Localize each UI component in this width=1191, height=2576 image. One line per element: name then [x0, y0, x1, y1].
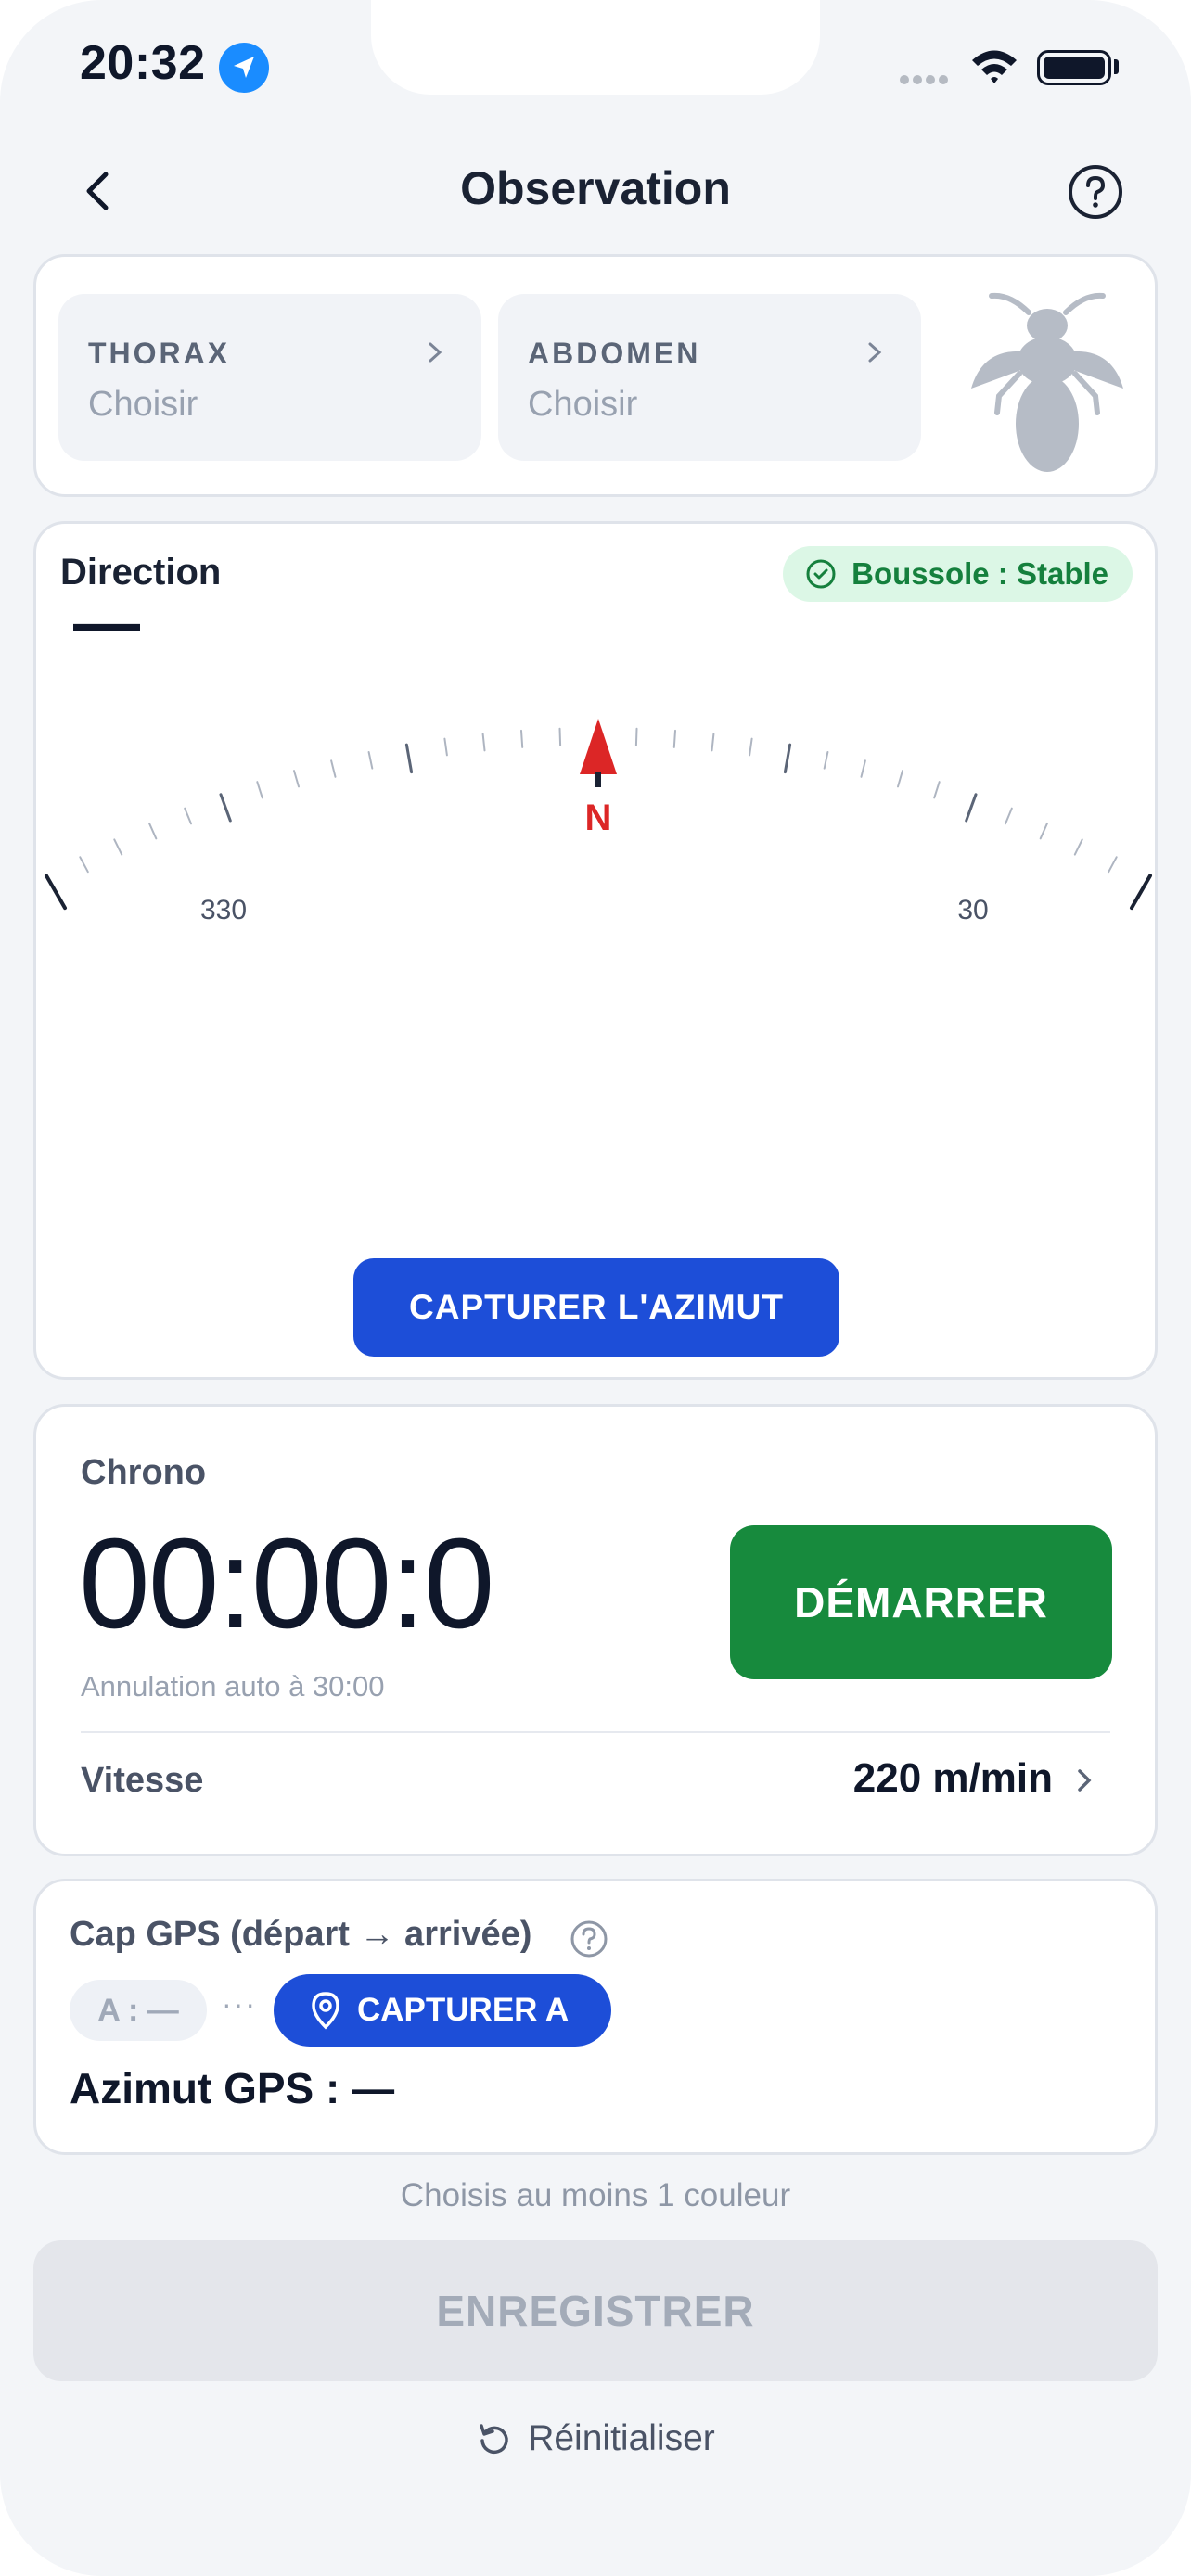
start-button[interactable]: DÉMARRER: [730, 1525, 1112, 1679]
gps-azimuth: Azimut GPS : —: [70, 2064, 395, 2112]
compass-tick: [1005, 807, 1013, 825]
chevron-right-icon[interactable]: [1071, 1765, 1097, 1796]
compass-tick: [711, 733, 715, 752]
north-label: N: [585, 797, 612, 838]
compass-tick: [933, 781, 941, 799]
help-button[interactable]: [1067, 163, 1124, 221]
compass-tick: [672, 729, 676, 748]
thorax-value: Choisir: [88, 385, 198, 424]
compass-tick: [1073, 838, 1083, 856]
compass-tick: [897, 770, 903, 788]
gps-help-icon[interactable]: [569, 1919, 609, 1959]
battery-tip: [1114, 59, 1119, 74]
gps-dots: ···: [222, 1987, 257, 2021]
compass-dial[interactable]: N 330 30: [36, 524, 1160, 1229]
capture-azimuth-button[interactable]: CAPTURER L'AZIMUT: [353, 1258, 839, 1357]
wifi-icon: [972, 50, 1017, 83]
hornet-icon: [971, 292, 1123, 472]
dial-label-30: 30: [957, 895, 988, 925]
abdomen-value: Choisir: [528, 385, 638, 424]
body-parts-card: THORAX Choisir ABDOMEN Choisir: [33, 254, 1158, 497]
thorax-selector[interactable]: THORAX Choisir: [58, 294, 481, 461]
reset-icon: [480, 2424, 508, 2455]
capture-a-button[interactable]: CAPTURER A: [274, 1974, 611, 2047]
compass-tick: [1039, 822, 1048, 840]
compass-tick: [783, 743, 792, 774]
speed-value[interactable]: 220 m/min: [853, 1755, 1053, 1802]
compass-tick: [113, 838, 123, 856]
chevron-right-icon: [868, 342, 882, 363]
location-arrow-icon: [219, 43, 269, 93]
compass-tick: [749, 737, 753, 757]
compass-tick: [1130, 874, 1152, 911]
gps-card: Cap GPS (départ → arrivée) A : — ··· CAP…: [33, 1879, 1158, 2155]
compass-tick: [367, 751, 374, 770]
map-pin-icon: [312, 1992, 339, 2030]
north-pointer-stem: [596, 772, 601, 787]
phone-screen: 20:32 Observation THORAX Choisir ABDOMEN…: [0, 0, 1191, 2576]
color-hint: Choisis au moins 1 couleur: [400, 2177, 791, 2213]
cellular-signal-icon: [900, 72, 952, 89]
chrono-card: Chrono 00:00:0 Annulation auto à 30:00 D…: [33, 1404, 1158, 1856]
status-time: 20:32: [80, 36, 206, 90]
compass-tick: [823, 751, 829, 770]
direction-card: Direction Boussole : Stable — N 330 30 C…: [33, 521, 1158, 1380]
north-pointer-icon: [580, 719, 617, 774]
save-button[interactable]: ENREGISTRER: [33, 2240, 1158, 2381]
page-title: Observation: [460, 162, 731, 214]
battery-icon: [1037, 50, 1111, 85]
speed-label: Vitesse: [81, 1761, 204, 1800]
compass-tick: [558, 727, 562, 746]
compass-tick: [184, 807, 192, 825]
compass-tick: [45, 874, 67, 911]
compass-tick: [860, 759, 866, 778]
reset-button[interactable]: Réinitialiser: [0, 2418, 1191, 2459]
compass-tick: [481, 733, 486, 752]
compass-tick: [404, 743, 414, 774]
compass-tick: [293, 770, 300, 788]
abdomen-selector[interactable]: ABDOMEN Choisir: [498, 294, 921, 461]
chrono-value: 00:00:0: [79, 1512, 494, 1655]
compass-tick: [1108, 856, 1118, 874]
compass-tick: [148, 822, 158, 840]
gps-title: Cap GPS (départ → arrivée): [70, 1915, 532, 1954]
chevron-right-icon: [429, 342, 442, 363]
compass-tick: [520, 729, 524, 748]
point-a-chip: A : —: [70, 1980, 207, 2041]
compass-tick: [79, 856, 89, 874]
compass-tick: [330, 759, 337, 778]
notch: [371, 0, 820, 95]
divider: [81, 1731, 1110, 1733]
compass-tick: [965, 793, 978, 823]
chrono-label: Chrono: [81, 1453, 207, 1492]
capture-a-label: CAPTURER A: [357, 1992, 570, 2028]
abdomen-label: ABDOMEN: [528, 337, 701, 370]
compass-tick: [219, 793, 232, 823]
dial-label-330: 330: [200, 895, 247, 925]
auto-cancel-text: Annulation auto à 30:00: [81, 1670, 385, 1702]
thorax-label: THORAX: [88, 337, 231, 370]
reset-label: Réinitialiser: [528, 2418, 715, 2458]
compass-tick: [256, 781, 263, 799]
compass-tick: [443, 737, 448, 757]
compass-tick: [634, 727, 638, 746]
